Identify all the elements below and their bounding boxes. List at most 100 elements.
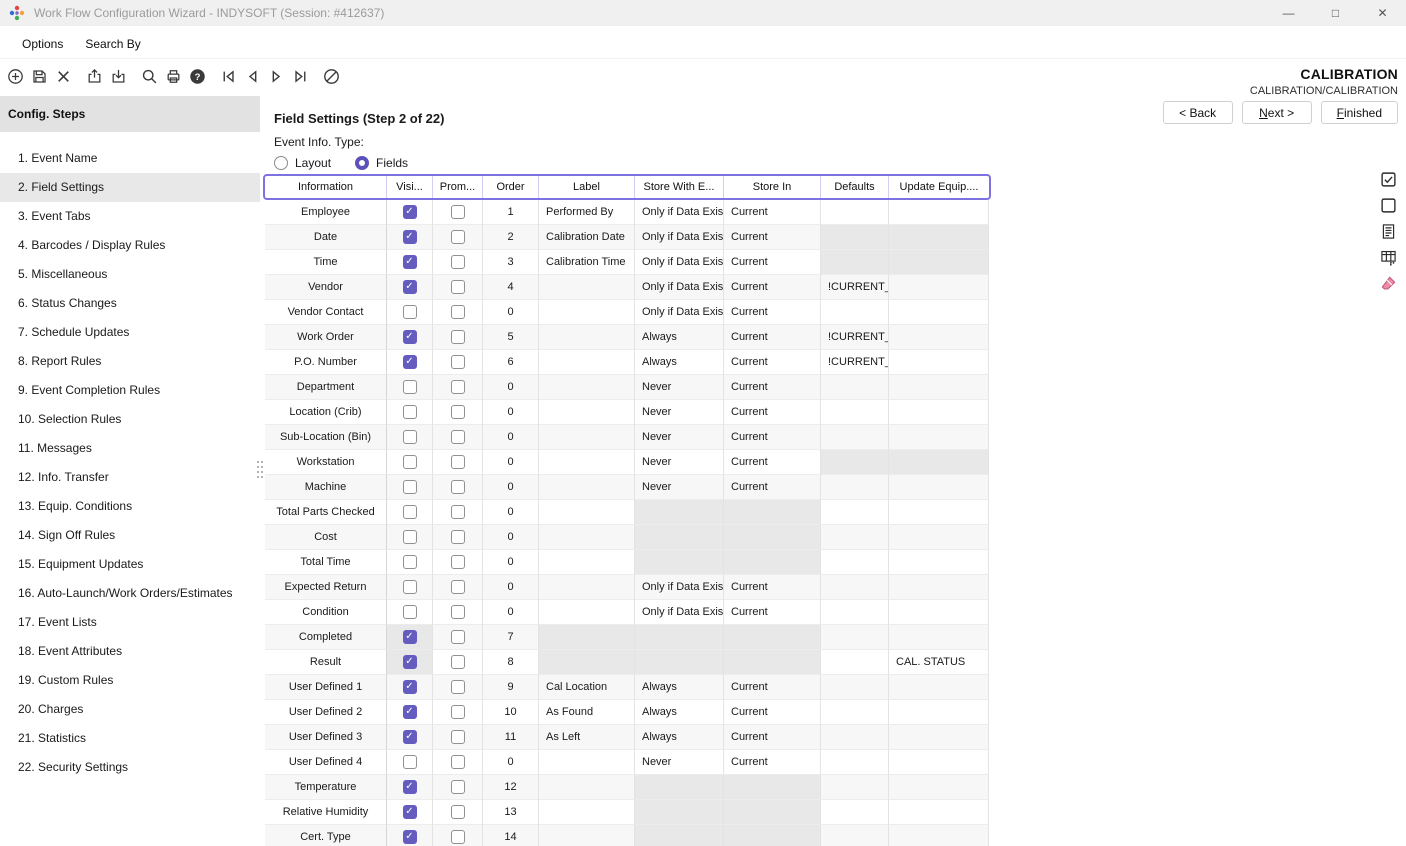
visible-checkbox[interactable] [403, 655, 417, 669]
cell-update[interactable] [889, 800, 989, 825]
cell-info[interactable]: Result [265, 650, 387, 675]
prompt-checkbox[interactable] [451, 255, 465, 269]
prompt-checkbox[interactable] [451, 780, 465, 794]
cell-defaults[interactable] [821, 425, 889, 450]
cell-order[interactable]: 0 [483, 300, 539, 325]
nav-last-button[interactable] [288, 64, 312, 88]
add-button[interactable] [3, 64, 27, 88]
minimize-button[interactable]: — [1265, 0, 1312, 26]
print-button[interactable] [161, 64, 185, 88]
cell-order[interactable]: 0 [483, 600, 539, 625]
cell-label[interactable] [539, 450, 635, 475]
cell-defaults[interactable]: !CURRENT_V [821, 275, 889, 300]
visible-checkbox[interactable] [403, 355, 417, 369]
cell-order[interactable]: 0 [483, 450, 539, 475]
cell-info[interactable]: Department [265, 375, 387, 400]
cell-label[interactable]: Calibration Date [539, 225, 635, 250]
sidebar-item-9[interactable]: 9. Event Completion Rules [0, 376, 260, 405]
visible-checkbox[interactable] [403, 555, 417, 569]
sidebar-item-19[interactable]: 19. Custom Rules [0, 666, 260, 695]
cell-store_with[interactable]: Never [635, 475, 724, 500]
cell-store_in[interactable]: Current [724, 600, 821, 625]
cell-defaults[interactable] [821, 575, 889, 600]
cell-update[interactable] [889, 225, 989, 250]
cell-info[interactable]: Condition [265, 600, 387, 625]
cell-store_in[interactable]: Current [724, 575, 821, 600]
cell-defaults[interactable] [821, 725, 889, 750]
export-button[interactable] [82, 64, 106, 88]
cell-order[interactable]: 0 [483, 400, 539, 425]
cell-info[interactable]: P.O. Number [265, 350, 387, 375]
visible-checkbox[interactable] [403, 780, 417, 794]
menu-search-by[interactable]: Search By [77, 34, 148, 54]
cell-store_in[interactable] [724, 550, 821, 575]
cell-defaults[interactable] [821, 550, 889, 575]
cell-label[interactable] [539, 500, 635, 525]
cell-order[interactable]: 8 [483, 650, 539, 675]
cell-defaults[interactable] [821, 200, 889, 225]
cell-store_with[interactable]: Only if Data Exist [635, 250, 724, 275]
cell-store_with[interactable]: Only if Data Exist [635, 575, 724, 600]
prompt-checkbox[interactable] [451, 330, 465, 344]
cell-info[interactable]: Total Time [265, 550, 387, 575]
visible-checkbox[interactable] [403, 505, 417, 519]
cell-defaults[interactable] [821, 775, 889, 800]
cell-info[interactable]: Vendor [265, 275, 387, 300]
sidebar-item-4[interactable]: 4. Barcodes / Display Rules [0, 231, 260, 260]
cell-store_with[interactable]: Never [635, 375, 724, 400]
visible-checkbox[interactable] [403, 205, 417, 219]
cell-order[interactable]: 14 [483, 825, 539, 846]
prompt-checkbox[interactable] [451, 630, 465, 644]
cell-update[interactable] [889, 500, 989, 525]
cell-label[interactable] [539, 650, 635, 675]
cell-store_with[interactable] [635, 625, 724, 650]
sidebar-item-1[interactable]: 1. Event Name [0, 144, 260, 173]
search-button[interactable] [137, 64, 161, 88]
cell-store_with[interactable] [635, 650, 724, 675]
cell-store_with[interactable]: Always [635, 350, 724, 375]
cell-defaults[interactable] [821, 300, 889, 325]
cell-update[interactable] [889, 450, 989, 475]
cell-store_in[interactable]: Current [724, 250, 821, 275]
prompt-checkbox[interactable] [451, 480, 465, 494]
sidebar-item-21[interactable]: 21. Statistics [0, 724, 260, 753]
cell-info[interactable]: User Defined 3 [265, 725, 387, 750]
column-header-store_with[interactable]: Store With E... [635, 176, 724, 198]
visible-checkbox[interactable] [403, 680, 417, 694]
visible-checkbox[interactable] [403, 455, 417, 469]
prompt-checkbox[interactable] [451, 455, 465, 469]
sidebar-item-16[interactable]: 16. Auto-Launch/Work Orders/Estimates [0, 579, 260, 608]
prompt-checkbox[interactable] [451, 405, 465, 419]
cell-label[interactable] [539, 525, 635, 550]
cell-label[interactable] [539, 625, 635, 650]
cell-info[interactable]: User Defined 2 [265, 700, 387, 725]
check-all-button[interactable] [1379, 170, 1397, 188]
cell-update[interactable] [889, 400, 989, 425]
visible-checkbox[interactable] [403, 805, 417, 819]
help-button[interactable]: ? [185, 64, 209, 88]
cell-store_in[interactable]: Current [724, 450, 821, 475]
prompt-checkbox[interactable] [451, 430, 465, 444]
cell-defaults[interactable] [821, 825, 889, 846]
cell-label[interactable] [539, 475, 635, 500]
visible-checkbox[interactable] [403, 630, 417, 644]
cell-info[interactable]: Employee [265, 200, 387, 225]
cell-defaults[interactable] [821, 750, 889, 775]
visible-checkbox[interactable] [403, 730, 417, 744]
cell-store_in[interactable] [724, 500, 821, 525]
cell-store_in[interactable]: Current [724, 675, 821, 700]
cell-store_in[interactable]: Current [724, 750, 821, 775]
visible-checkbox[interactable] [403, 230, 417, 244]
cell-order[interactable]: 2 [483, 225, 539, 250]
cell-label[interactable] [539, 825, 635, 846]
prompt-checkbox[interactable] [451, 555, 465, 569]
prompt-checkbox[interactable] [451, 605, 465, 619]
cell-info[interactable]: Cost [265, 525, 387, 550]
cell-update[interactable] [889, 750, 989, 775]
cell-update[interactable] [889, 250, 989, 275]
cell-store_with[interactable] [635, 525, 724, 550]
cell-order[interactable]: 0 [483, 525, 539, 550]
prompt-checkbox[interactable] [451, 355, 465, 369]
cell-store_with[interactable] [635, 500, 724, 525]
column-header-update[interactable]: Update Equip.... [889, 176, 989, 198]
